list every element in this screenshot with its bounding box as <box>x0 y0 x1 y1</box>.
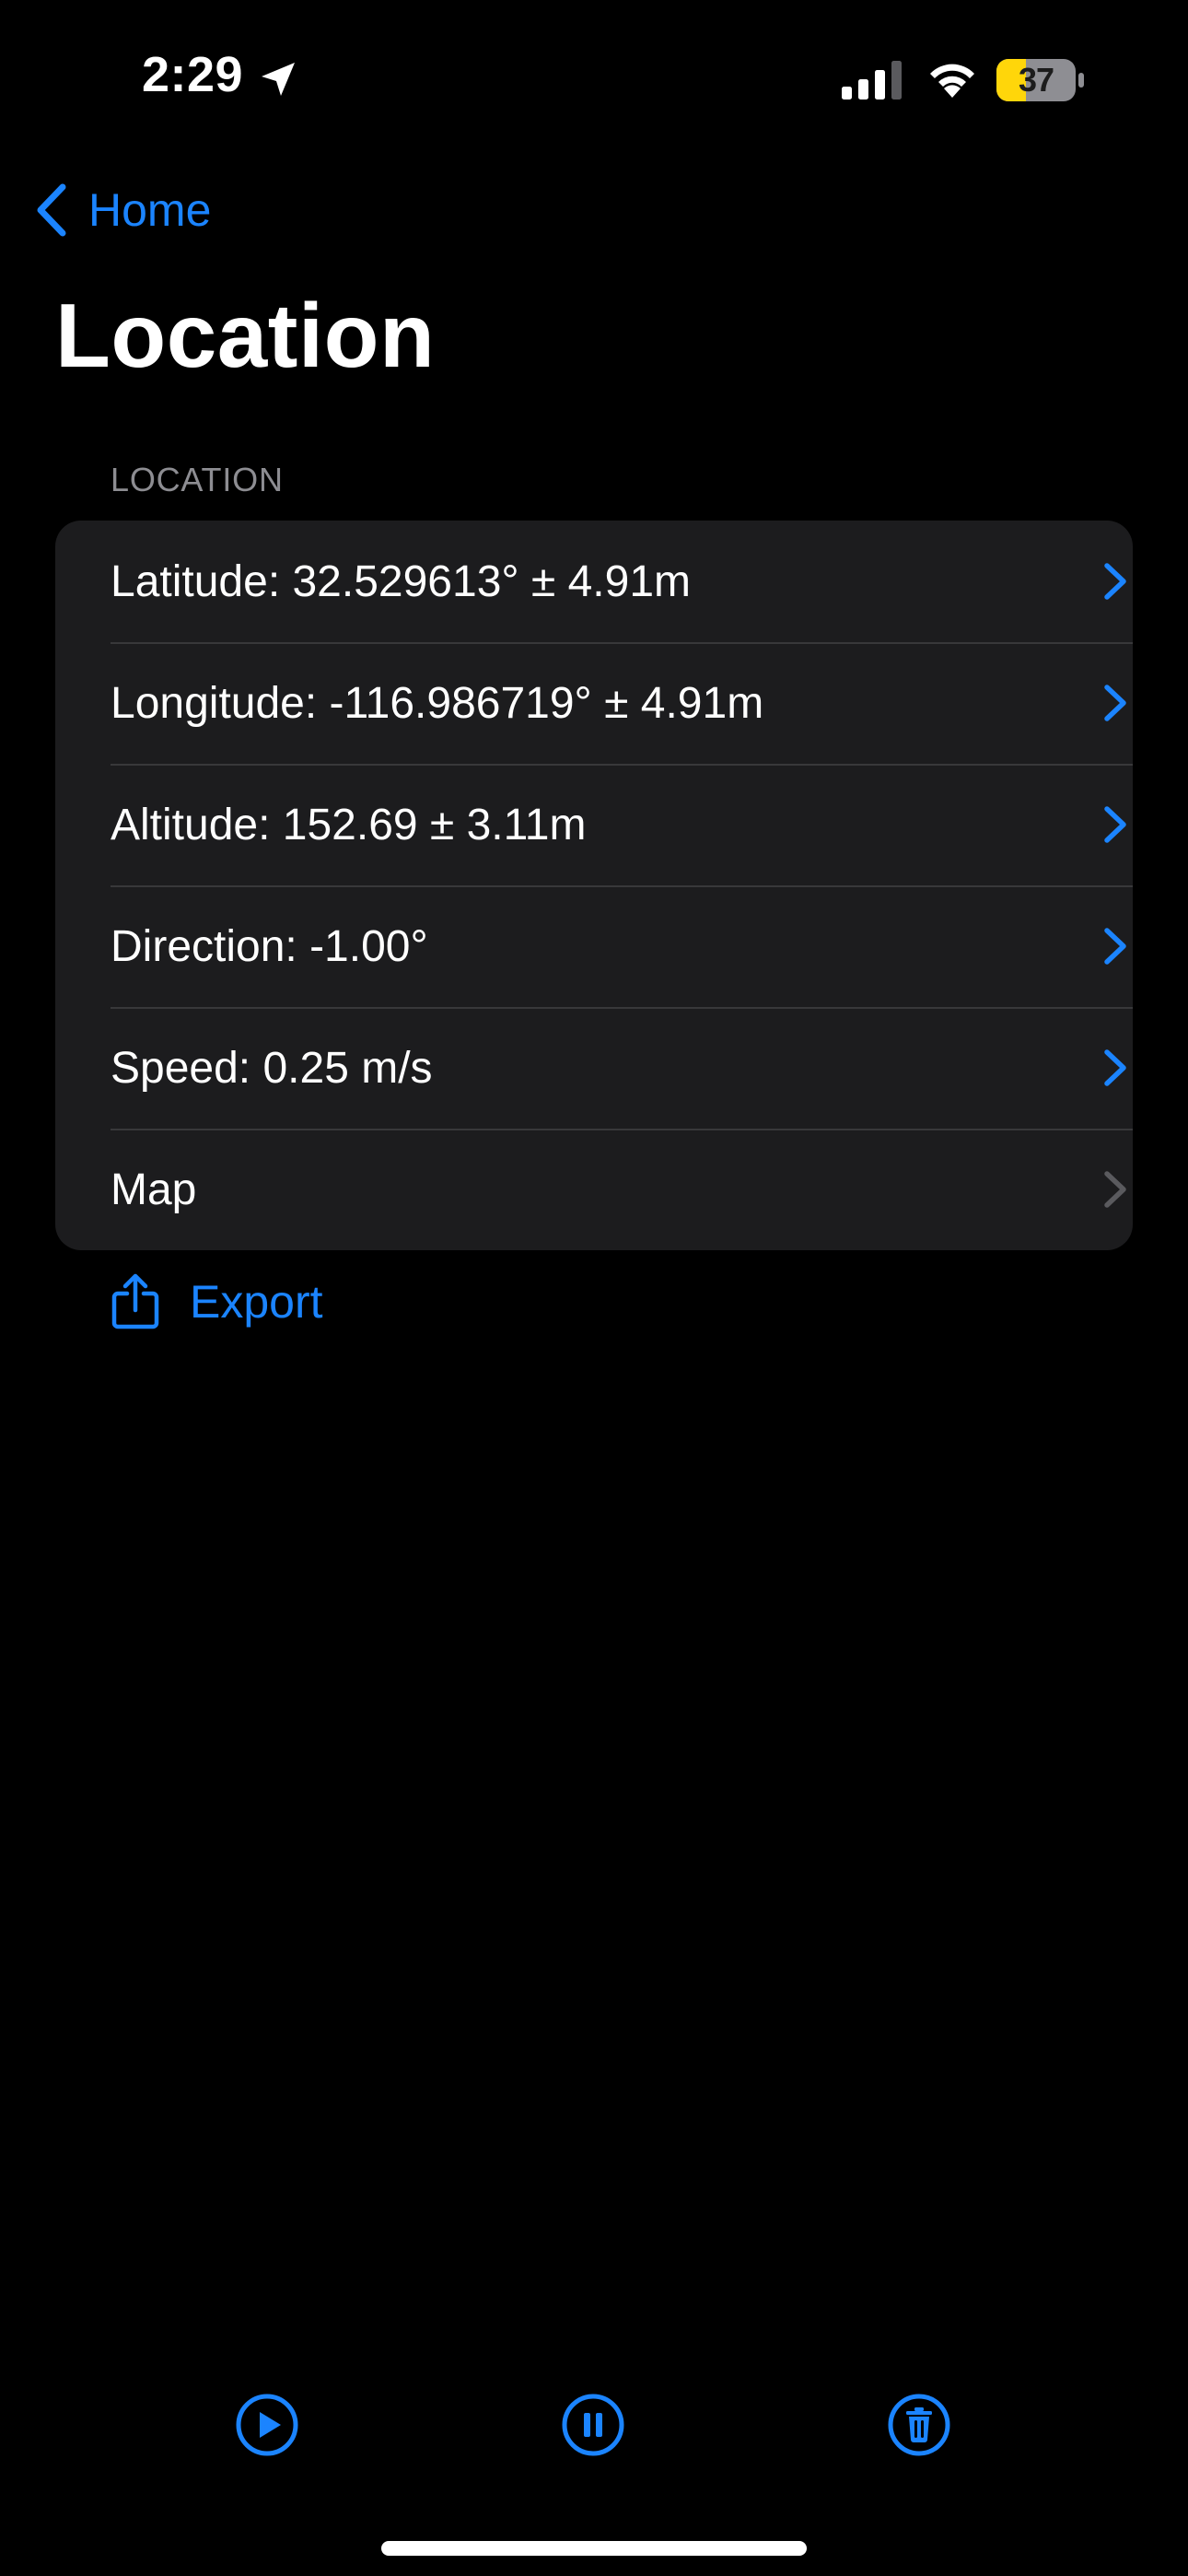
pause-icon <box>562 2394 624 2456</box>
row-label: Altitude: 152.69 ± 3.11m <box>111 800 587 849</box>
list-row-altitude[interactable]: Altitude: 152.69 ± 3.11m <box>55 764 1133 885</box>
back-button[interactable]: Home <box>33 177 211 243</box>
row-label: Map <box>111 1165 197 1214</box>
list-row-longitude[interactable]: Longitude: -116.986719° ± 4.91m <box>55 642 1133 764</box>
play-button[interactable] <box>234 2392 300 2458</box>
battery-level: 37 <box>1018 61 1054 99</box>
status-bar: 2:29 37 <box>0 0 1188 157</box>
location-list: Latitude: 32.529613° ± 4.91m Longitude: … <box>55 521 1133 1250</box>
row-label: Direction: -1.00° <box>111 921 428 971</box>
chevron-right-icon <box>1104 1049 1126 1086</box>
export-label: Export <box>190 1276 323 1328</box>
pause-button[interactable] <box>560 2392 626 2458</box>
list-row-map[interactable]: Map <box>55 1129 1133 1250</box>
chevron-right-icon <box>1104 563 1126 600</box>
delete-button[interactable] <box>886 2392 952 2458</box>
list-row-latitude[interactable]: Latitude: 32.529613° ± 4.91m <box>55 521 1133 642</box>
back-button-label: Home <box>88 184 212 236</box>
trash-icon <box>888 2394 950 2456</box>
list-row-speed[interactable]: Speed: 0.25 m/s <box>55 1007 1133 1129</box>
export-button[interactable]: Export <box>111 1270 323 1334</box>
cellular-signal-icon <box>842 61 902 100</box>
play-icon <box>236 2394 298 2456</box>
location-arrow-icon <box>262 63 295 96</box>
share-icon <box>111 1273 159 1329</box>
row-label: Latitude: 32.529613° ± 4.91m <box>111 556 691 606</box>
section-header: LOCATION <box>111 461 284 498</box>
home-indicator[interactable] <box>381 2541 807 2556</box>
chevron-right-icon <box>1104 1171 1126 1208</box>
wifi-icon <box>930 64 974 98</box>
chevron-left-icon <box>37 183 66 237</box>
status-time: 2:29 <box>142 47 244 102</box>
row-label: Speed: 0.25 m/s <box>111 1043 433 1093</box>
page-title: Location <box>55 285 436 386</box>
chevron-right-icon <box>1104 806 1126 843</box>
row-label: Longitude: -116.986719° ± 4.91m <box>111 678 764 728</box>
chevron-right-icon <box>1104 928 1126 965</box>
chevron-right-icon <box>1104 685 1126 721</box>
list-row-direction[interactable]: Direction: -1.00° <box>55 885 1133 1007</box>
